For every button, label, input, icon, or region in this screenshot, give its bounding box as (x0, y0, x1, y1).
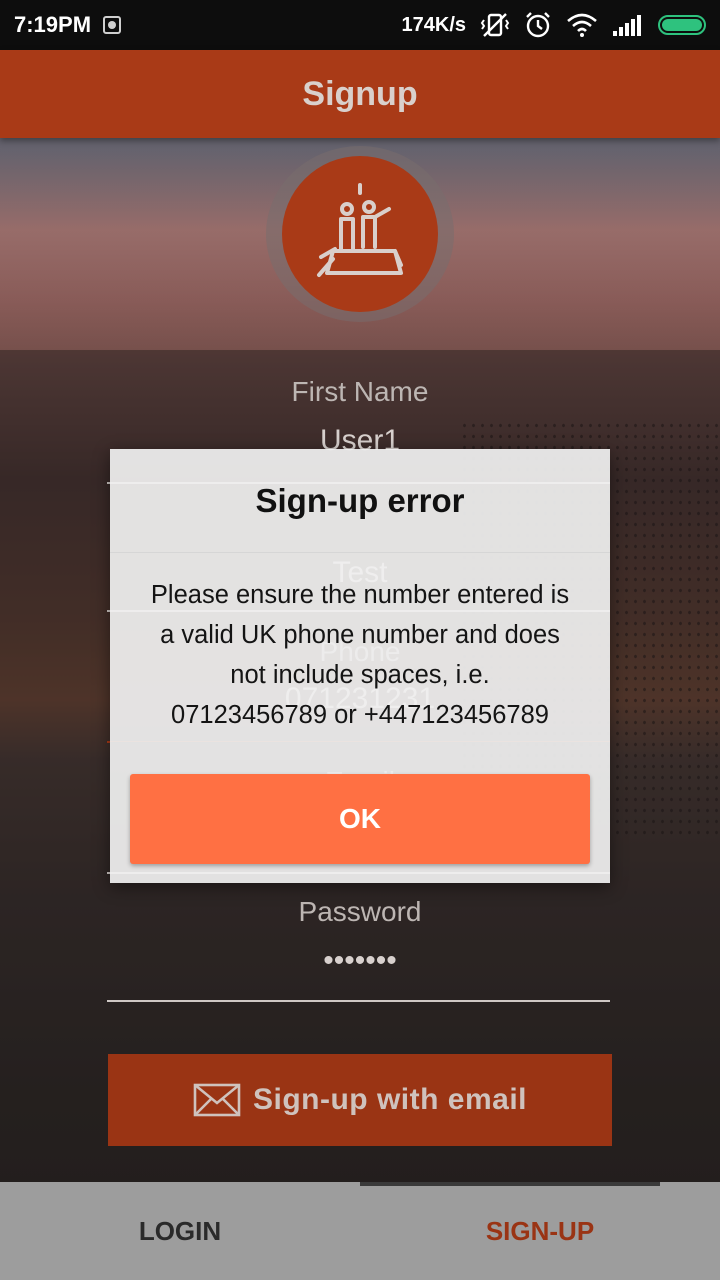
dialog-message-line: not include spaces, i.e. (230, 661, 490, 689)
dialog-title: Sign-up error (255, 481, 465, 519)
dialog-message-line: 07123456789 or +447123456789 (171, 701, 549, 729)
dialog-message: Please ensure the number entered is a va… (110, 553, 610, 743)
dialog-message-line: Please ensure the number entered is (150, 581, 570, 609)
dialog-header: Sign-up error (110, 449, 610, 553)
ok-button[interactable]: OK (130, 774, 590, 864)
error-dialog: Sign-up error Please ensure the number e… (110, 449, 610, 883)
dialog-message-line: a valid UK phone number and does (160, 621, 560, 649)
